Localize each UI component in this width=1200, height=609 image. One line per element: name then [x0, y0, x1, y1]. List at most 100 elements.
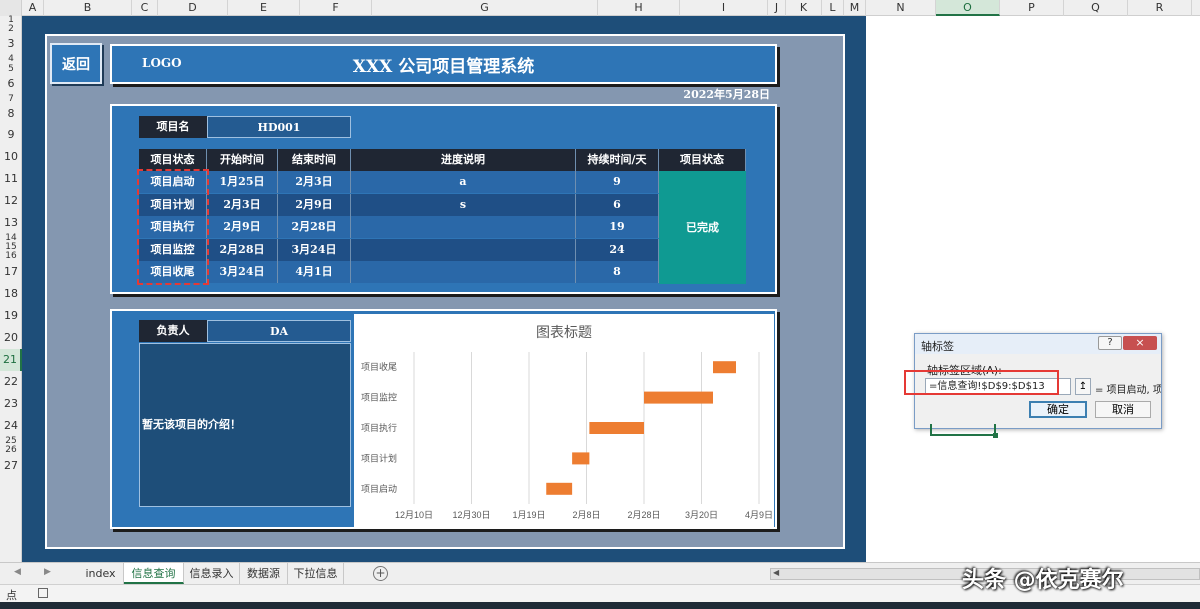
- empty-cells-area[interactable]: [866, 16, 1200, 562]
- table-cell-note[interactable]: [351, 238, 576, 261]
- table-cell-days[interactable]: 8: [576, 261, 659, 284]
- column-header[interactable]: J: [768, 0, 786, 16]
- active-cell-selection: [930, 424, 998, 438]
- row-header[interactable]: 3: [0, 34, 22, 54]
- table-cell-start[interactable]: 2月28日: [207, 238, 278, 261]
- prev-sheet-icon[interactable]: ◀: [14, 567, 21, 577]
- table-header-cell: 结束时间: [278, 149, 351, 171]
- column-header[interactable]: R: [1128, 0, 1192, 16]
- table-header-cell: 进度说明: [351, 149, 576, 171]
- column-header[interactable]: C: [132, 0, 158, 16]
- row-header[interactable]: 11: [0, 168, 22, 190]
- row-header[interactable]: 12: [0, 190, 22, 212]
- column-header[interactable]: F: [300, 0, 372, 16]
- row-header[interactable]: 5: [0, 64, 22, 74]
- row-header[interactable]: 16: [0, 252, 22, 261]
- column-header[interactable]: A: [22, 0, 44, 16]
- os-taskbar: [0, 602, 1200, 609]
- help-button[interactable]: ?: [1098, 336, 1122, 350]
- sheet-tab[interactable]: 信息录入: [184, 563, 240, 584]
- table-cell-end[interactable]: 4月1日: [278, 261, 351, 284]
- owner-label: 负责人: [139, 320, 207, 342]
- column-header[interactable]: M: [844, 0, 866, 16]
- table-cell-start[interactable]: 2月9日: [207, 216, 278, 239]
- overall-status-cell[interactable]: 已完成: [659, 171, 746, 284]
- table-cell-end[interactable]: 2月9日: [278, 193, 351, 216]
- column-header[interactable]: P: [1000, 0, 1064, 16]
- back-button[interactable]: 返回: [50, 43, 102, 84]
- table-cell-days[interactable]: 6: [576, 193, 659, 216]
- row-header[interactable]: 2: [0, 25, 22, 34]
- column-header[interactable]: K: [786, 0, 822, 16]
- row-header[interactable]: 8: [0, 104, 22, 124]
- table-cell-days[interactable]: 9: [576, 171, 659, 193]
- column-header[interactable]: E: [228, 0, 300, 16]
- table-cell-start[interactable]: 3月24日: [207, 261, 278, 284]
- row-header[interactable]: 10: [0, 146, 22, 168]
- cancel-button[interactable]: 取消: [1095, 401, 1151, 418]
- ok-button[interactable]: 确定: [1029, 401, 1087, 418]
- sheet-tab[interactable]: 数据源: [240, 563, 288, 584]
- x-tick-label: 3月20日: [685, 510, 718, 520]
- column-header[interactable]: Q: [1064, 0, 1128, 16]
- table-cell-end[interactable]: 2月28日: [278, 216, 351, 239]
- next-sheet-icon[interactable]: ▶: [44, 567, 51, 577]
- table-cell-end[interactable]: 3月24日: [278, 238, 351, 261]
- select-all-corner[interactable]: [0, 0, 22, 16]
- row-header[interactable]: 19: [0, 305, 22, 327]
- table-header-cell: 开始时间: [207, 149, 278, 171]
- table-cell-note[interactable]: s: [351, 193, 576, 216]
- row-header[interactable]: 13: [0, 212, 22, 234]
- add-sheet-icon[interactable]: +: [373, 566, 388, 581]
- column-header[interactable]: O: [936, 0, 1000, 16]
- row-header[interactable]: 26: [0, 446, 22, 455]
- table-cell-end[interactable]: 2月3日: [278, 171, 351, 193]
- sheet-tab[interactable]: index: [78, 563, 124, 584]
- gantt-chart[interactable]: 图表标题 12月10日 12月30日 1月19日 2月8日 2月28日 3月20日 4月9日…: [354, 314, 774, 527]
- column-header[interactable]: I: [680, 0, 768, 16]
- row-header[interactable]: 6: [0, 74, 22, 94]
- row-header[interactable]: 27: [0, 455, 22, 477]
- macro-record-icon[interactable]: [38, 588, 48, 598]
- row-header[interactable]: 21: [0, 349, 22, 371]
- row-header[interactable]: 24: [0, 415, 22, 437]
- sheet-tab[interactable]: 信息查询: [124, 563, 184, 584]
- table-cell-start[interactable]: 1月25日: [207, 171, 278, 193]
- column-header[interactable]: L: [822, 0, 844, 16]
- collapse-dialog-icon[interactable]: ↥: [1075, 378, 1091, 395]
- row-header[interactable]: 9: [0, 124, 22, 146]
- row-header[interactable]: 23: [0, 393, 22, 415]
- table-cell-days[interactable]: 24: [576, 238, 659, 261]
- gantt-bar[interactable]: [546, 482, 573, 495]
- close-button[interactable]: ×: [1123, 336, 1157, 350]
- scroll-left-icon[interactable]: ◀: [773, 568, 779, 577]
- dialog-titlebar[interactable]: 轴标签 ? ×: [915, 334, 1161, 354]
- row-header[interactable]: 7: [0, 94, 22, 104]
- column-header[interactable]: N: [866, 0, 936, 16]
- column-header[interactable]: G: [372, 0, 598, 16]
- x-tick-label: 2月28日: [627, 510, 660, 520]
- table-cell-note[interactable]: a: [351, 171, 576, 193]
- watermark: 头条 @依克赛尔: [962, 568, 1124, 593]
- row-header[interactable]: 18: [0, 283, 22, 305]
- gantt-bar[interactable]: [644, 391, 713, 404]
- gantt-bar[interactable]: [572, 452, 590, 465]
- gantt-bar[interactable]: [589, 422, 644, 434]
- table-cell-note[interactable]: [351, 261, 576, 284]
- copied-range-marquee: [137, 169, 209, 285]
- table-cell-start[interactable]: 2月3日: [207, 193, 278, 216]
- sheet-tab[interactable]: 下拉信息: [288, 563, 344, 584]
- project-name-input[interactable]: HD001: [207, 116, 351, 138]
- table-cell-note[interactable]: [351, 216, 576, 239]
- column-header[interactable]: B: [44, 0, 132, 16]
- column-header[interactable]: H: [598, 0, 680, 16]
- row-header[interactable]: 4: [0, 54, 22, 64]
- x-tick-label: 2月8日: [572, 510, 600, 520]
- row-header[interactable]: 17: [0, 261, 22, 283]
- row-header[interactable]: 20: [0, 327, 22, 349]
- owner-value[interactable]: DA: [207, 320, 351, 342]
- gantt-bar[interactable]: [713, 361, 736, 374]
- row-header[interactable]: 22: [0, 371, 22, 393]
- table-cell-days[interactable]: 19: [576, 216, 659, 239]
- column-header[interactable]: D: [158, 0, 228, 16]
